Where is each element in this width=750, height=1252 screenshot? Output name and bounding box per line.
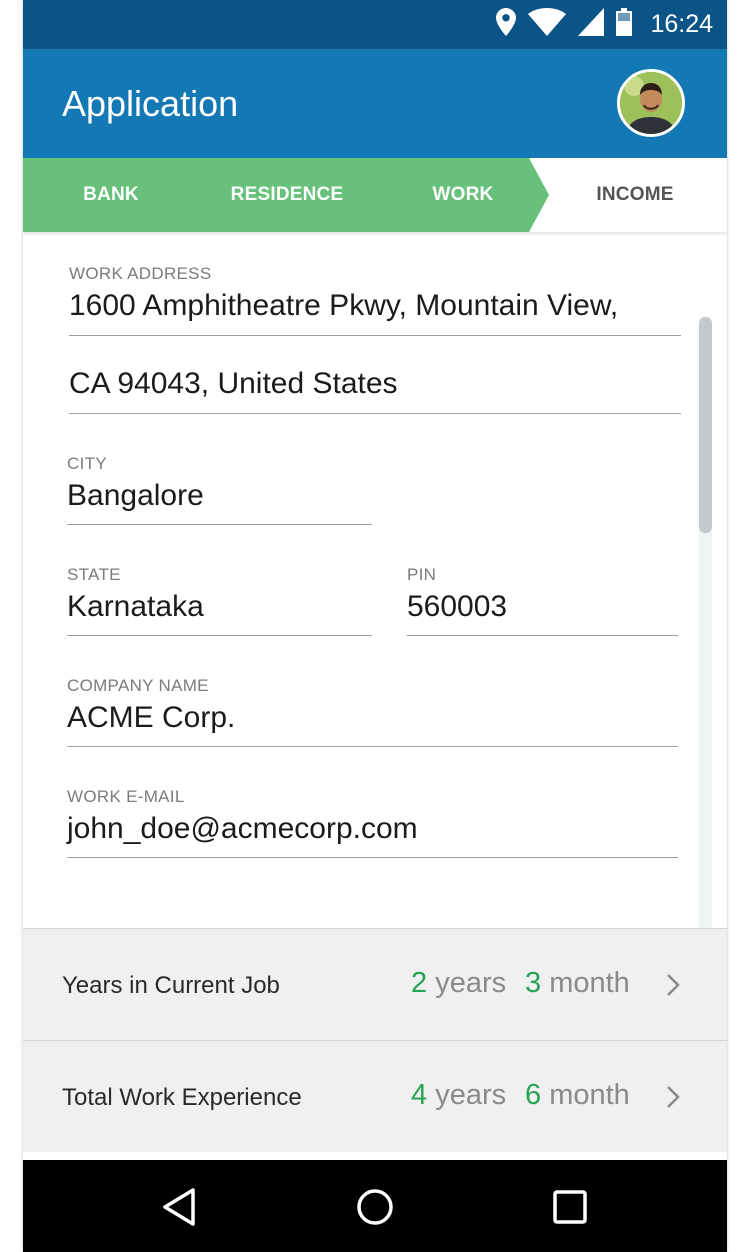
chevron-right-icon — [666, 973, 680, 1002]
phone-screen: 16:24 Application BANK RESIDENCE WORK IN… — [23, 0, 727, 1252]
work-email-label: WORK E-MAIL — [67, 787, 185, 806]
total-work-experience-months: 6 month — [525, 1079, 630, 1112]
years-current-job-months: 3 month — [525, 967, 630, 1000]
work-form: WORK ADDRESS 1600 Amphitheatre Pkwy, Mou… — [23, 232, 727, 999]
step-work[interactable]: WORK — [375, 158, 551, 232]
work-address-label: WORK ADDRESS — [69, 264, 212, 283]
progress-stepper: BANK RESIDENCE WORK INCOME — [23, 158, 727, 232]
years-current-job-years-num: 2 — [411, 967, 428, 999]
work-address-line1-underline — [69, 335, 681, 336]
work-address-line2-field[interactable]: CA 94043, United States — [69, 367, 398, 401]
user-avatar[interactable] — [617, 69, 685, 137]
scrollbar-thumb[interactable] — [699, 317, 712, 533]
total-work-experience-label: Total Work Experience — [62, 1084, 302, 1111]
system-nav-bar — [23, 1160, 727, 1252]
step-residence[interactable]: RESIDENCE — [199, 158, 375, 232]
recents-icon[interactable] — [547, 1184, 593, 1230]
years-current-job-years-unit: years — [435, 967, 507, 999]
wifi-icon — [528, 8, 567, 41]
location-pin-icon — [496, 8, 517, 41]
status-bar: 16:24 — [23, 0, 727, 49]
cell-signal-icon — [578, 8, 605, 41]
total-work-experience-row[interactable]: Total Work Experience 4 years 6 month — [23, 1040, 727, 1152]
state-label: STATE — [67, 565, 121, 584]
years-current-job-label: Years in Current Job — [62, 972, 280, 999]
work-address-line1-field[interactable]: 1600 Amphitheatre Pkwy, Mountain View, — [69, 289, 618, 323]
app-bar: Application — [23, 49, 727, 158]
city-underline — [67, 524, 372, 525]
total-work-experience-years-unit: years — [435, 1079, 507, 1111]
state-field[interactable]: Karnataka — [67, 590, 204, 624]
total-work-experience-months-unit: month — [549, 1079, 630, 1111]
pin-underline — [407, 635, 678, 636]
state-underline — [67, 635, 372, 636]
company-name-underline — [67, 746, 678, 747]
city-label: CITY — [67, 454, 107, 473]
years-current-job-months-num: 3 — [525, 967, 542, 999]
status-time: 16:24 — [650, 10, 713, 38]
years-current-job-months-unit: month — [549, 967, 630, 999]
work-address-line2-underline — [69, 413, 681, 414]
page-title: Application — [62, 83, 239, 124]
company-name-label: COMPANY NAME — [67, 676, 209, 695]
company-name-field[interactable]: ACME Corp. — [67, 701, 235, 735]
total-work-experience-months-num: 6 — [525, 1079, 542, 1111]
years-current-job-row[interactable]: Years in Current Job 2 years 3 month — [23, 928, 727, 1040]
city-field[interactable]: Bangalore — [67, 479, 204, 513]
work-email-field[interactable]: john_doe@acmecorp.com — [67, 812, 418, 846]
years-current-job-years: 2 years — [411, 967, 506, 1000]
battery-icon — [616, 8, 633, 41]
back-icon[interactable] — [156, 1184, 202, 1230]
chevron-right-icon — [666, 1085, 680, 1114]
total-work-experience-years-num: 4 — [411, 1079, 428, 1111]
step-income[interactable]: INCOME — [549, 158, 721, 232]
home-icon[interactable] — [352, 1184, 398, 1230]
work-email-underline — [67, 857, 678, 858]
total-work-experience-years: 4 years — [411, 1079, 506, 1112]
pin-field[interactable]: 560003 — [407, 590, 507, 624]
pin-label: PIN — [407, 565, 437, 584]
step-bank[interactable]: BANK — [23, 158, 199, 232]
